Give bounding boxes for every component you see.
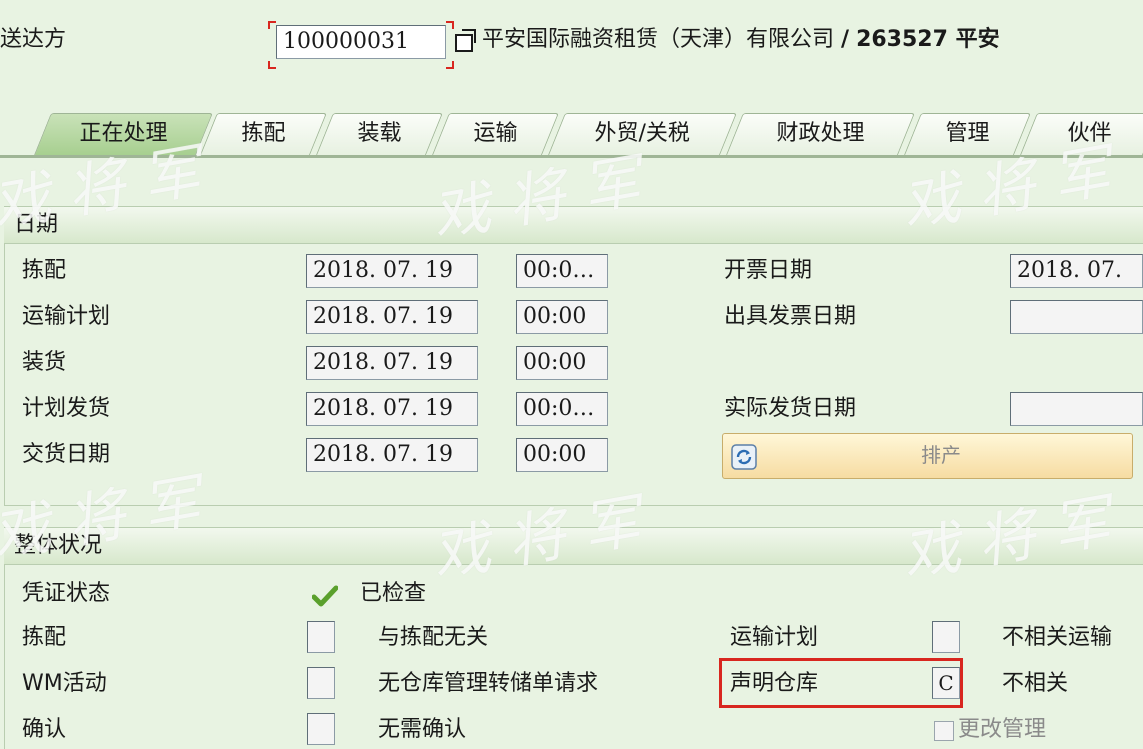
tab-financial-processing[interactable]: 财政处理 [726,113,915,155]
transport-plan-status-text: 不相关运输 [1002,625,1113,650]
doc-status-label: 凭证状态 [22,581,111,606]
tab-picking[interactable]: 拣配 [200,113,327,155]
required-marker-top-left [268,21,276,29]
tab-label: 正在处理 [79,121,168,146]
doc-status-value: 已检查 [360,581,427,606]
tab-label: 财政处理 [776,121,865,146]
billing-date-field[interactable]: 2018. 07. [1010,254,1143,288]
loading-time-field[interactable]: 00:00 [516,346,608,380]
picking-status-label: 拣配 [22,625,67,650]
wm-activity-label: WM活动 [22,671,107,696]
actual-gi-date-label: 实际发货日期 [724,396,857,421]
copy-icon[interactable] [455,29,476,52]
required-marker-bottom-left [268,61,276,69]
warehouse-decl-field[interactable]: C [932,667,960,699]
picking-status-text: 与拣配无关 [378,625,489,650]
delivery-time-field[interactable]: 00:00 [516,438,608,472]
actual-gi-date-field[interactable] [1010,392,1143,426]
ship-to-name: 平安国际融资租赁（天津）有限公司 [482,27,835,52]
wm-activity-text: 无仓库管理转储单请求 [378,671,599,696]
schedule-button-label: 排产 [921,443,961,467]
check-icon [312,585,338,607]
date-row-label: 拣配 [22,258,67,283]
picking-date-field[interactable]: 2018. 07. 19 [306,254,478,288]
tab-foreign-trade[interactable]: 外贸/关税 [548,113,737,155]
tab-strip: 正在处理 拣配 装载 运输 外贸/关税 财政处理 管理 伙伴 [0,113,1143,155]
required-marker-bottom-right [446,61,454,69]
ship-to-description: 平安国际融资租赁（天津）有限公司 / 263527 平安 [482,26,1000,54]
ship-to-input[interactable]: 100000031 [276,25,446,59]
tab-administration[interactable]: 管理 [904,113,1031,155]
required-marker-top-right [446,21,454,29]
tab-transport[interactable]: 运输 [432,113,559,155]
loading-date-field[interactable]: 2018. 07. 19 [306,346,478,380]
tab-label: 伙伴 [1067,121,1112,146]
transport-plan-time-field[interactable]: 00:00 [516,300,608,334]
tab-partners[interactable]: 伙伴 [1020,113,1143,155]
confirmation-field[interactable] [307,713,335,745]
warehouse-decl-label: 声明仓库 [730,671,819,696]
confirmation-text: 无需确认 [378,717,467,742]
change-management-checkbox[interactable] [934,721,954,741]
tab-label: 装载 [357,121,402,146]
date-row-label: 计划发货 [22,396,111,421]
schedule-button[interactable]: 排产 [722,433,1133,479]
date-row-label: 运输计划 [22,304,111,329]
delivery-date-field[interactable]: 2018. 07. 19 [306,438,478,472]
transport-plan-date-field[interactable]: 2018. 07. 19 [306,300,478,334]
tab-loading[interactable]: 装载 [316,113,443,155]
tab-label: 运输 [473,121,518,146]
tab-processing[interactable]: 正在处理 [34,113,213,155]
transport-plan-status-field[interactable] [932,621,960,653]
wm-activity-field[interactable] [307,667,335,699]
picking-time-field[interactable]: 00:0… [516,254,608,288]
ship-to-extra: 263527 平安 [856,27,1000,52]
invoice-issue-date-label: 出具发票日期 [724,304,857,329]
change-management-label: 更改管理 [958,717,1047,742]
tab-label: 外贸/关税 [594,121,691,146]
ship-to-label: 送达方 [0,27,67,52]
date-row-label: 装货 [22,350,67,375]
ship-to-separator: / [841,27,850,52]
date-row-label: 交货日期 [22,442,111,467]
tab-label: 拣配 [241,121,286,146]
planned-gi-date-field[interactable]: 2018. 07. 19 [306,392,478,426]
tab-label: 管理 [945,121,990,146]
invoice-issue-date-field[interactable] [1010,300,1143,334]
refresh-icon [731,444,757,470]
dates-section-header: 日期 [4,206,1143,244]
tab-underline [0,155,1143,158]
picking-status-field[interactable] [307,621,335,653]
warehouse-decl-text: 不相关 [1002,671,1069,696]
planned-gi-time-field[interactable]: 00:0… [516,392,608,426]
billing-date-label: 开票日期 [724,258,813,283]
transport-plan-status-label: 运输计划 [730,625,819,650]
confirmation-label: 确认 [22,717,67,742]
status-section-header: 整体状况 [4,527,1143,565]
